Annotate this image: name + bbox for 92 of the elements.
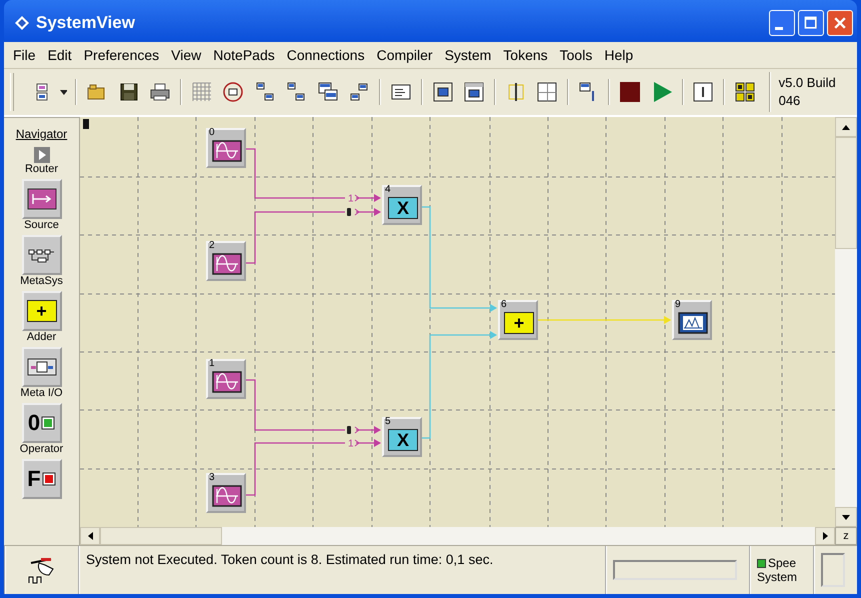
token-block[interactable]: 1 xyxy=(206,359,246,399)
chart-icon[interactable] xyxy=(535,80,559,104)
graph-icon xyxy=(678,312,708,334)
function-indicator-icon xyxy=(42,472,56,486)
sine-wave-icon xyxy=(212,485,242,507)
token-block[interactable]: 6 + xyxy=(498,300,538,340)
step-icon[interactable] xyxy=(692,80,716,104)
circle-icon[interactable] xyxy=(222,80,246,104)
menu-item[interactable]: Preferences xyxy=(78,47,166,63)
navigator-label: Source xyxy=(24,219,59,231)
connection-wire[interactable] xyxy=(246,439,381,496)
function-symbol: F xyxy=(27,466,41,492)
operator-indicator-icon xyxy=(41,416,56,430)
io-block-icon xyxy=(26,356,56,378)
navigator-label: Router xyxy=(24,163,58,175)
adder-symbol: + xyxy=(504,312,534,334)
speed-indicator-icon xyxy=(757,558,766,568)
connection-wire[interactable] xyxy=(246,208,381,264)
menu-item[interactable]: Connections xyxy=(282,47,372,63)
version-label: v5.0 Build 046 xyxy=(778,74,837,110)
menu-item[interactable]: View xyxy=(166,47,208,63)
token-number: 1 xyxy=(209,358,215,369)
menu-item[interactable]: Tokens xyxy=(498,47,555,63)
horizontal-scrollbar[interactable] xyxy=(80,527,835,545)
token-number: 6 xyxy=(501,299,507,310)
token-number: 3 xyxy=(209,472,215,483)
menu-item[interactable]: Help xyxy=(599,47,640,63)
navigator-link[interactable]: Navigator xyxy=(16,127,68,141)
token-block[interactable]: 3 xyxy=(206,473,246,513)
token-block[interactable]: 0 xyxy=(206,128,246,168)
stop-icon[interactable] xyxy=(618,80,642,104)
router-icon[interactable] xyxy=(34,147,50,163)
cursor-marker xyxy=(83,119,89,129)
metasys-button[interactable] xyxy=(22,235,62,275)
menu-item[interactable]: Edit xyxy=(42,47,79,63)
system-label: System xyxy=(757,570,798,584)
navigator-label: Adder xyxy=(26,331,56,343)
token-block[interactable]: 5 X xyxy=(382,417,422,457)
menu-item[interactable]: NotePads xyxy=(208,47,282,63)
window-icon[interactable] xyxy=(462,80,486,104)
speed-label: Spee xyxy=(768,556,796,570)
sine-wave-icon xyxy=(212,140,242,162)
menu-item[interactable]: Compiler xyxy=(372,47,440,63)
sine-wave-icon xyxy=(212,371,242,393)
token-block[interactable]: 9 xyxy=(672,300,712,340)
adder-symbol: + xyxy=(26,300,56,322)
navigator-label: Operator xyxy=(20,443,64,455)
meta-io-button[interactable] xyxy=(22,347,62,387)
menu-item[interactable]: System xyxy=(440,47,498,63)
scroll-up-icon[interactable] xyxy=(842,124,850,130)
window-title: SystemView xyxy=(36,13,136,33)
status-message: System not Executed. Token count is 8. Estimated run time: 0,1 sec. xyxy=(86,552,494,567)
scroll-down-icon[interactable] xyxy=(842,514,850,520)
port-number: 1 xyxy=(348,194,354,204)
port-number: 1 xyxy=(348,438,354,450)
adder-button[interactable]: + xyxy=(22,291,62,331)
token-number: 5 xyxy=(385,416,391,427)
token-number: 4 xyxy=(385,184,391,195)
operator-button[interactable]: 0 xyxy=(22,403,62,443)
vertical-scrollbar[interactable] xyxy=(835,117,857,527)
maximize-button[interactable] xyxy=(798,10,824,36)
scroll-right-icon[interactable] xyxy=(822,532,828,540)
token-number: 2 xyxy=(209,240,215,251)
close-button[interactable] xyxy=(827,10,853,36)
menu-item[interactable]: Tools xyxy=(554,47,600,63)
navigator-label: MetaSys xyxy=(20,275,63,287)
token-number: 0 xyxy=(209,127,215,138)
connection-wire[interactable] xyxy=(246,379,381,434)
close-icon xyxy=(832,15,848,31)
dropdown-caret-icon[interactable] xyxy=(60,90,68,94)
multiplier-symbol: X xyxy=(388,429,418,451)
minimize-icon xyxy=(775,26,783,30)
operator-symbol: 0 xyxy=(28,410,40,436)
select-frame-icon[interactable] xyxy=(430,80,454,104)
function-button[interactable]: F xyxy=(22,459,62,499)
source-button[interactable] xyxy=(22,179,62,219)
diamond-icon xyxy=(14,15,30,31)
zoom-button[interactable]: z xyxy=(835,527,857,545)
maximize-icon xyxy=(803,15,819,31)
token-block[interactable]: 4 X xyxy=(382,185,422,225)
token-number: 9 xyxy=(675,299,681,310)
navigator-label: Meta I/O xyxy=(20,387,63,399)
status-field xyxy=(821,553,845,587)
sine-wave-icon xyxy=(212,253,242,275)
connection-wire[interactable] xyxy=(246,148,381,202)
port-marker xyxy=(347,208,351,216)
port-marker xyxy=(347,426,351,434)
menu-item[interactable]: File xyxy=(8,47,43,63)
multiplier-symbol: X xyxy=(388,197,418,219)
scroll-left-icon[interactable] xyxy=(88,532,92,540)
minimize-button[interactable] xyxy=(769,10,795,36)
token-block[interactable]: 2 xyxy=(206,241,246,281)
